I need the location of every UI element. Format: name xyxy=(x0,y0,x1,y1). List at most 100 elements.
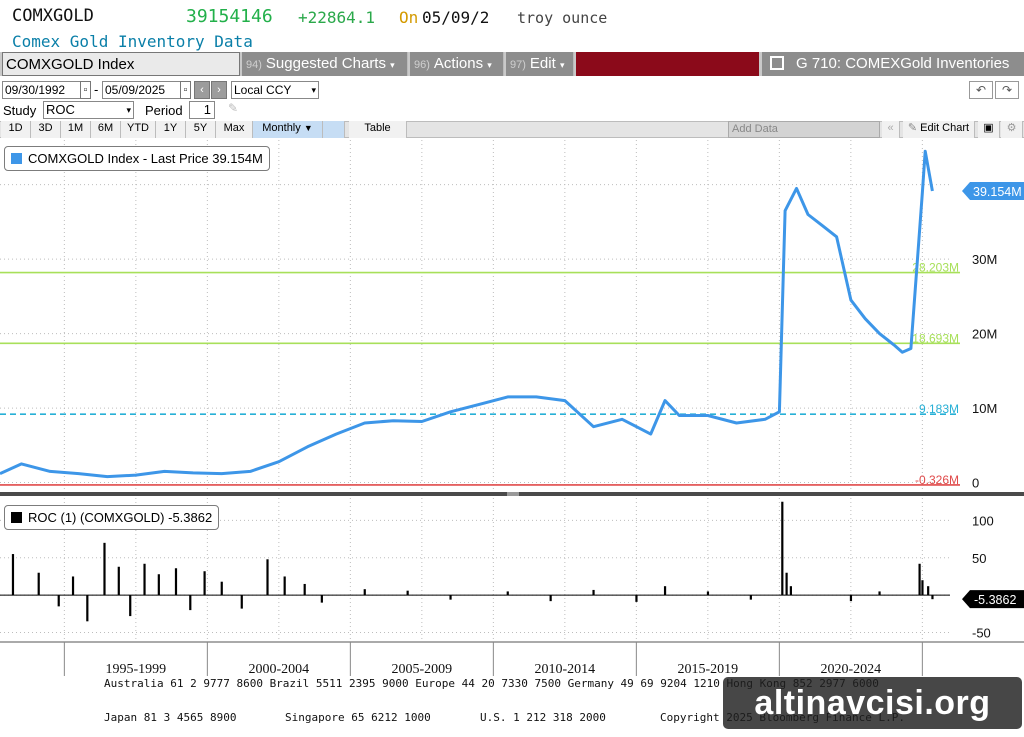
period-input[interactable]: 1 xyxy=(189,101,215,119)
roc-bar xyxy=(931,595,934,600)
x-tick-label: 2020-2024 xyxy=(821,662,882,677)
roc-bar xyxy=(143,563,146,596)
price-date: 05/09/2 xyxy=(422,8,490,27)
roc-bar xyxy=(927,586,930,596)
roc-bar xyxy=(129,595,132,617)
study-select[interactable]: ROC ▾ xyxy=(43,101,134,119)
roc-last-tag-label: -5.3862 xyxy=(974,593,1016,607)
dropdown-arrow-icon: ▾ xyxy=(487,60,492,70)
scroll-forward-icon[interactable]: › xyxy=(211,81,227,99)
actions-menu[interactable]: 96) Actions ▾ xyxy=(410,52,504,76)
x-tick-label: 2000-2004 xyxy=(249,662,310,677)
roc-legend[interactable]: ROC (1) (COMXGOLD) -5.3862 xyxy=(4,505,220,530)
x-tick-label: 2015-2019 xyxy=(678,662,739,677)
roc-bar xyxy=(878,591,881,596)
date-dash: - xyxy=(94,82,99,97)
roc-bar xyxy=(117,566,120,596)
roc-tick-label: -50 xyxy=(972,626,991,641)
panel-resize-handle xyxy=(507,492,519,496)
add-data-input[interactable]: Add Data xyxy=(728,121,880,138)
chevron-down-icon: ▾ xyxy=(311,85,316,95)
price-legend-label: COMXGOLD Index - Last Price 39.154M xyxy=(28,151,263,166)
range-1y-button[interactable]: 1Y xyxy=(156,121,186,138)
roc-bar xyxy=(240,595,243,609)
level-label: 28.203M xyxy=(912,261,959,275)
period-label: Period xyxy=(145,103,183,118)
range-ytd-button[interactable]: YTD xyxy=(121,121,156,138)
range-max-button[interactable]: Max xyxy=(216,121,253,138)
gear-icon[interactable]: ⚙ xyxy=(1001,121,1023,138)
x-tick-label: 1995-1999 xyxy=(106,662,167,677)
roc-legend-label: ROC (1) (COMXGOLD) -5.3862 xyxy=(28,510,213,525)
start-date-input[interactable]: 09/30/1992 xyxy=(2,81,82,99)
roc-bar xyxy=(849,595,853,602)
security-input[interactable]: COMXGOLD Index xyxy=(2,52,240,76)
edit-menu[interactable]: 97) Edit ▾ xyxy=(506,52,574,76)
footer-us: U.S. 1 212 318 2000 xyxy=(480,711,606,724)
roc-bar xyxy=(506,591,509,596)
roc-bar xyxy=(57,595,60,607)
price-legend[interactable]: COMXGOLD Index - Last Price 39.154M xyxy=(4,146,270,171)
range-6m-button[interactable]: 6M xyxy=(91,121,121,138)
range-3d-button[interactable]: 3D xyxy=(31,121,61,138)
function-title-label: G 710: COMEXGold Inventories xyxy=(796,55,1010,72)
roc-bar xyxy=(781,501,784,596)
chart-canvas[interactable]: 28.203M 18.693M 9.183M -0.326M 0 10M 20M 30M 39… xyxy=(0,138,1024,678)
roc-bar xyxy=(220,581,223,596)
range-1m-button[interactable]: 1M xyxy=(61,121,91,138)
range-5y-button[interactable]: 5Y xyxy=(186,121,216,138)
roc-bar xyxy=(86,595,89,622)
edit-chart-button[interactable]: ✎ Edit Chart xyxy=(903,121,975,138)
redo-icon[interactable]: ↷ xyxy=(995,81,1019,99)
chart-type-icon[interactable] xyxy=(323,121,345,138)
roc-bar xyxy=(157,574,160,596)
x-tick-label: 2005-2009 xyxy=(392,662,453,677)
dropdown-arrow-icon: ▾ xyxy=(390,60,395,70)
currency-select[interactable]: Local CCY ▾ xyxy=(231,81,319,99)
level-lines: 28.203M 18.693M 9.183M -0.326M xyxy=(0,261,960,487)
end-date-picker-icon[interactable]: ▫ xyxy=(180,81,191,99)
function-title[interactable]: G 710: COMEXGold Inventories xyxy=(762,52,1024,76)
roc-tick-label: 50 xyxy=(972,551,986,566)
roc-bar xyxy=(749,595,752,600)
study-value: ROC xyxy=(46,102,75,117)
suggested-charts-menu[interactable]: 94) Suggested Charts ▾ xyxy=(242,52,408,76)
edit-chart-label: Edit Chart xyxy=(920,122,970,134)
y-tick-label: 10M xyxy=(972,401,997,416)
roc-bar xyxy=(592,589,595,596)
frequency-value: Monthly xyxy=(262,122,301,134)
roc-bar xyxy=(320,595,323,603)
end-date-input[interactable]: 05/09/2025 xyxy=(102,81,182,99)
suggested-charts-label: Suggested Charts xyxy=(265,55,386,72)
actions-label: Actions xyxy=(433,55,484,72)
menu-number: 97) xyxy=(510,59,526,71)
y-tick-label: 20M xyxy=(972,327,997,342)
range-1d-button[interactable]: 1D xyxy=(1,121,31,138)
ticker-label: COMXGOLD xyxy=(12,6,94,26)
last-price-tag-label: 39.154M xyxy=(973,185,1022,199)
currency-value: Local CCY xyxy=(234,83,292,97)
dropdown-arrow-icon: ▾ xyxy=(559,60,565,70)
roc-bar xyxy=(789,586,792,596)
roc-tick-label: 100 xyxy=(972,513,994,528)
frequency-select[interactable]: Monthly ▼ xyxy=(253,121,323,138)
level-label: -0.326M xyxy=(915,473,959,487)
roc-bar xyxy=(283,576,286,596)
watermark: altinavcisi.org xyxy=(723,677,1022,729)
roc-bar xyxy=(406,590,409,596)
unit-label: troy ounce xyxy=(517,9,608,27)
undo-icon[interactable]: ↶ xyxy=(969,81,993,99)
roc-bar xyxy=(663,586,667,596)
collapse-icon[interactable]: « xyxy=(882,121,900,138)
legend-swatch xyxy=(11,512,22,523)
start-date-picker-icon[interactable]: ▫ xyxy=(80,81,91,99)
roc-bar xyxy=(37,572,40,596)
pencil-icon[interactable]: ✎ xyxy=(228,101,238,115)
chart-settings-icon[interactable]: ▣ xyxy=(978,121,1000,138)
chart-axes: 010M20M30M39.154M100500-50-5.38621995-19… xyxy=(0,181,1024,677)
roc-bar xyxy=(549,595,552,602)
table-button[interactable]: Table xyxy=(349,121,407,138)
scroll-back-icon[interactable]: ‹ xyxy=(194,81,210,99)
roc-bar xyxy=(11,554,15,596)
roc-bar xyxy=(921,580,924,596)
